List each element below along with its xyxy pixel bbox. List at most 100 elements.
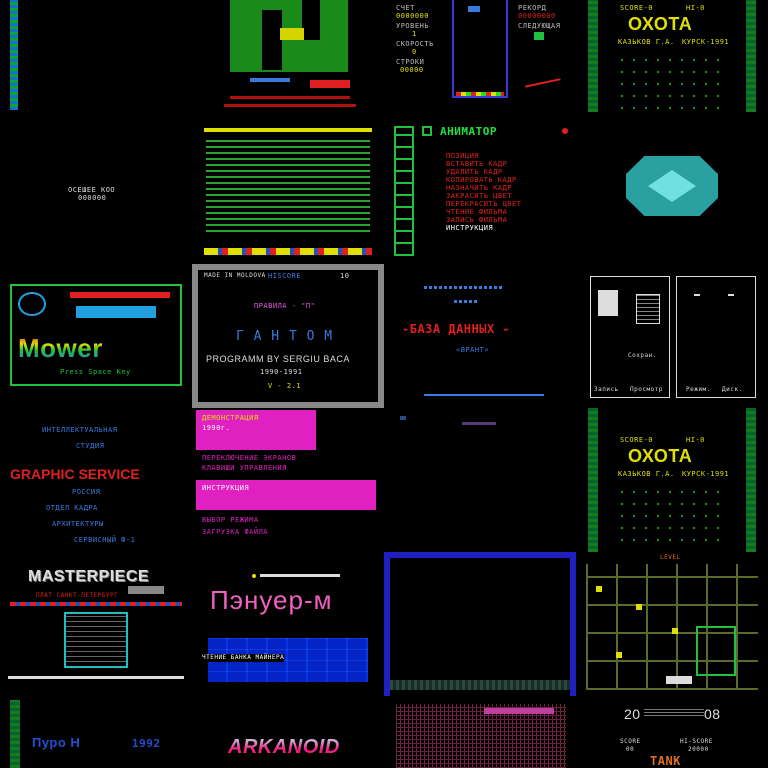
game-title: ОХОТА <box>628 14 693 34</box>
status-text: ОСЕШЕЕ КОО <box>68 186 116 194</box>
mode-label[interactable]: Режим. <box>686 386 711 394</box>
header-text: 1990г. <box>202 424 231 432</box>
hiscore-label: HISCORE <box>268 272 302 280</box>
menu-item[interactable]: ЗАКРАСИТЬ ЦВЕТ <box>446 192 521 200</box>
ground-strip <box>390 680 570 690</box>
caption-block <box>644 708 704 718</box>
menu-item[interactable]: КОПИРОВАТЬ КАДР <box>446 176 521 184</box>
author-text: КАЗЬКОВ Г.А. <box>618 470 675 478</box>
menu-item[interactable]: ВСТАВИТЬ КАДР <box>446 160 521 168</box>
write-label[interactable]: Запись <box>594 386 619 394</box>
press-key-text: Press Space Key <box>60 368 131 376</box>
body-line: ЗАГРУЗКА ФАЙЛА <box>202 528 269 536</box>
dotted-line <box>454 300 478 303</box>
game-screenshot-grid: СЧЕТ 0000000 УРОВЕНЬ 1 СКОРОСТЬ 0 СТРОКИ… <box>0 0 768 768</box>
hiscore-text: HI-0 <box>686 4 705 12</box>
game-title: Пуро Н <box>32 735 81 750</box>
border-stripe <box>746 408 756 552</box>
status-bar <box>250 78 290 82</box>
score-text: SCORE-0 <box>620 436 654 444</box>
menu-item-selected[interactable]: ИНСТРУКЦИЯ <box>446 224 521 232</box>
menu-box <box>64 612 128 668</box>
disk-label[interactable]: Диск. <box>722 386 743 394</box>
menu-item[interactable]: ЧТЕНИЕ ФИЛЬМА <box>446 208 521 216</box>
subtitle-text: «ВРАНТ» <box>456 346 490 354</box>
tile-diamond-pattern <box>576 120 768 264</box>
record-label: РЕКОРД <box>518 4 547 12</box>
credits-line <box>224 104 356 107</box>
maze-path <box>262 10 282 70</box>
years-text: 1990-1991 <box>260 368 303 376</box>
info-text: АРХИТЕКТУРЫ <box>52 520 104 528</box>
tile-masterpiece: MASTERPIECE ПЛАТ САНКТ-ПЕТЕРБУРГ <box>0 552 192 696</box>
lives-indicator <box>310 80 350 88</box>
game-title: ОХОТА <box>628 446 693 466</box>
tile-painter: Пэнуер-м ЧТЕНИЕ БАНКА МАЙНЕРА <box>192 552 384 696</box>
dot-field <box>616 486 726 546</box>
menu-item[interactable]: НАЗНАЧИТЬ КАДР <box>446 184 521 192</box>
tile-blue-frame <box>384 552 576 696</box>
menu-item[interactable]: ПОЗИЦИЯ <box>446 152 521 160</box>
credits-line <box>230 96 350 99</box>
border-stripe <box>746 0 756 112</box>
tile-demo-text: ДЕМОНСТРАЦИЯ 1990г. ПЕРЕКЛЮЧЕНИЕ ЭКРАНОВ… <box>192 408 384 552</box>
menu-item[interactable]: УДАЛИТЬ КАДР <box>446 168 521 176</box>
subtitle-text: ПЛАТ САНКТ-ПЕТЕРБУРГ <box>36 592 119 599</box>
studio-line: ИНТЕЛЛЕКТУАЛЬНАЯ <box>42 426 118 434</box>
enclosure <box>696 626 736 676</box>
player-sprite <box>666 676 692 684</box>
file-icon[interactable] <box>598 290 618 316</box>
player-sprite <box>280 28 304 40</box>
body-line: ВЫБОР РЕЖИМА <box>202 516 259 524</box>
year-text: КУРСК-1991 <box>682 470 730 478</box>
tile-blank-dark <box>384 408 576 552</box>
info-text: ОТДЕЛ КАДРА <box>46 504 98 512</box>
tile-graphic-service: ИНТЕЛЛЕКТУАЛЬНАЯ СТУДИЯ GRAPHIC SERVICE … <box>0 408 192 552</box>
view-label[interactable]: Просмотр <box>630 386 663 394</box>
studio-line: СТУДИЯ <box>76 442 105 450</box>
app-title: АНИМАТОР <box>440 125 497 138</box>
app-title: -БАЗА ДАННЫХ - <box>402 322 511 336</box>
menu-item[interactable]: ЗАПИСЬ ФИЛЬМА <box>446 216 521 224</box>
record-value: 00000000 <box>518 12 556 20</box>
cursor-mark <box>728 294 734 296</box>
speed-value: 0 <box>412 48 417 56</box>
author-text: КАЗЬКОВ Г.А. <box>618 38 675 46</box>
hiscore-value: 20000 <box>688 746 709 753</box>
hiscore-text: HI-0 <box>686 436 705 444</box>
menu-item[interactable]: ПЕРЕКРАСИТЬ ЦВЕТ <box>446 200 521 208</box>
tag-box <box>128 586 164 594</box>
lines-value: 00000 <box>400 66 424 74</box>
save-label[interactable]: Сохран. <box>628 352 657 360</box>
menu-list: ПОЗИЦИЯ ВСТАВИТЬ КАДР УДАЛИТЬ КАДР КОПИР… <box>446 152 521 232</box>
tile-tank: 20 08 SCORE 00 HI-SCORE 20000 TANK <box>576 696 768 768</box>
stacked-blocks <box>456 92 504 96</box>
tile-ohota-2: SCORE-0 HI-0 ОХОТА КАЗЬКОВ Г.А. КУРСК-19… <box>576 408 768 552</box>
right-number: 08 <box>704 706 721 722</box>
status-dot <box>562 128 568 134</box>
tile-ohota: SCORE-0 HI-0 ОХОТА КАЗЬКОВ Г.А. КУРСК-19… <box>576 0 768 120</box>
border-stripe <box>588 0 598 112</box>
status-value: 000000 <box>78 194 107 202</box>
bottom-menu <box>204 248 372 255</box>
version-text: V - 2.1 <box>268 382 302 390</box>
tile-database: -БАЗА ДАННЫХ - «ВРАНТ» <box>384 264 576 408</box>
score-label: SCORE <box>620 738 641 745</box>
tile-animator: АНИМАТОР ПОЗИЦИЯ ВСТАВИТЬ КАДР УДАЛИТЬ К… <box>384 120 576 264</box>
document-icon[interactable] <box>636 294 660 324</box>
tile-tetris: СЧЕТ 0000000 УРОВЕНЬ 1 СКОРОСТЬ 0 СТРОКИ… <box>384 0 576 120</box>
screen-border <box>384 552 576 696</box>
brand-title: GRAPHIC SERVICE <box>10 466 140 482</box>
score-value: 0000000 <box>396 12 430 20</box>
lines-label: СТРОКИ <box>396 58 425 66</box>
ribbon <box>10 602 182 606</box>
score-label: СЧЕТ <box>396 4 415 12</box>
game-title: Г А Н Т О М <box>236 329 334 344</box>
left-number: 20 <box>624 706 641 722</box>
tile-editor-panels: Сохран. Запись Просмотр Режим. Диск. <box>576 264 768 408</box>
speed-label: СКОРОСТЬ <box>396 40 434 48</box>
tile-arkanoid: ARKANOID <box>192 696 384 768</box>
signature <box>523 70 561 88</box>
file-columns <box>206 136 370 236</box>
app-title: Пэнуер-м <box>210 585 333 615</box>
